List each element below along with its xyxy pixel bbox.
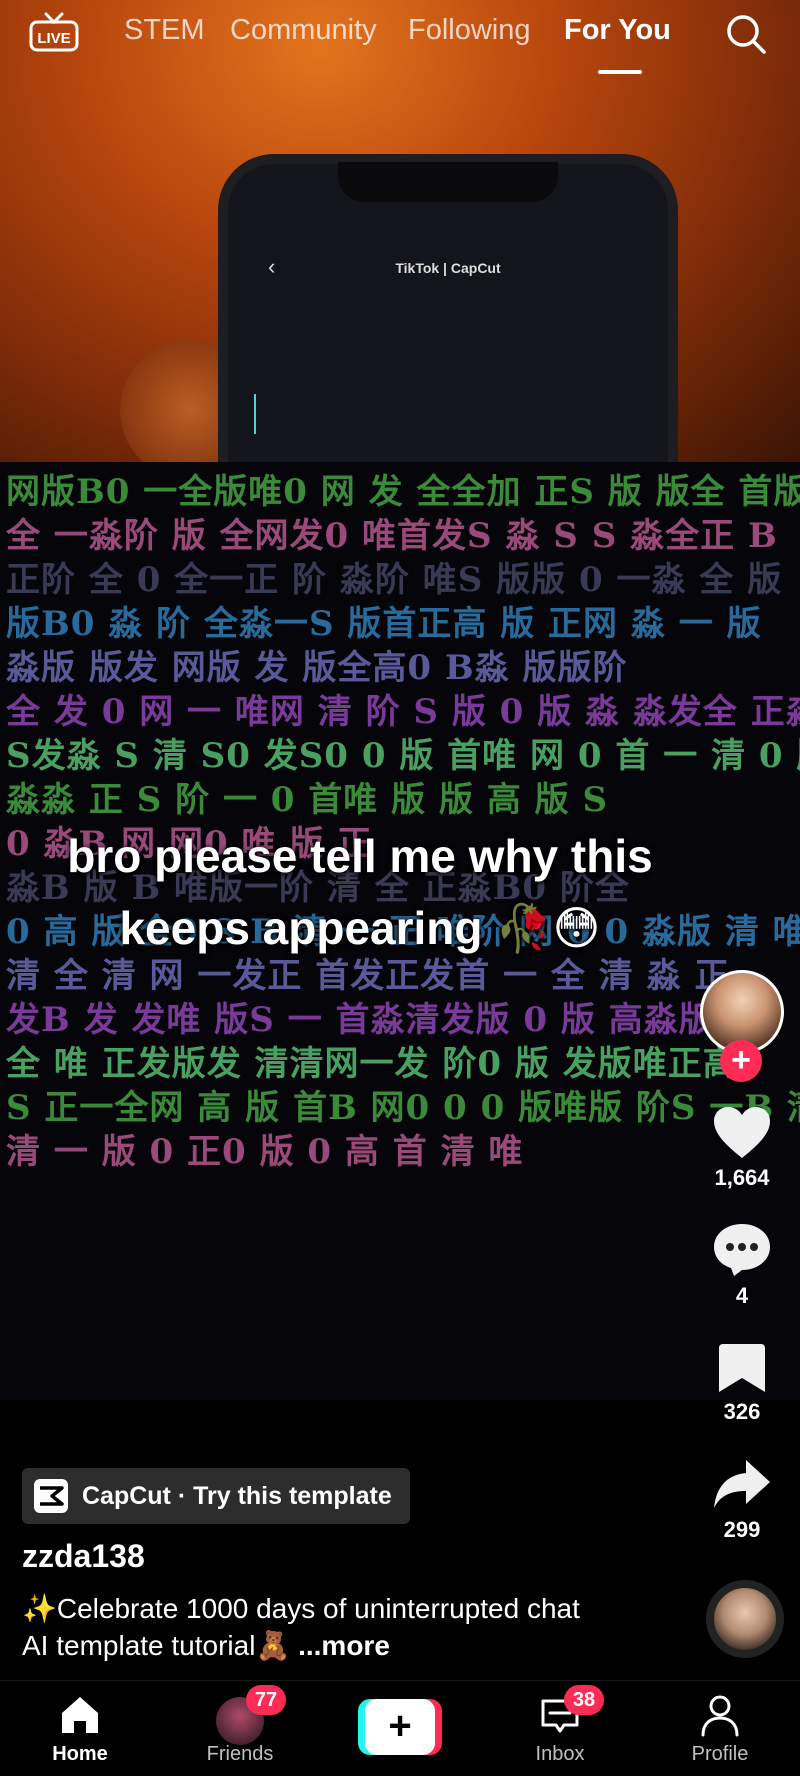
- like-count: 1,664: [714, 1165, 770, 1190]
- top-nav: LIVE STEM Community Following For You: [0, 0, 800, 80]
- nav-home-label: Home: [52, 1743, 108, 1765]
- nav-home[interactable]: Home: [20, 1681, 140, 1776]
- phone-notch: [338, 162, 558, 202]
- profile-icon: [701, 1695, 739, 1737]
- glitch-text-row: 淼版 版发 网版 发 版全高0 B淼 版版阶: [6, 648, 628, 688]
- glitch-text-row: S 正一全网 高 版 首B 网0 0 0 版唯版 阶S 一B 清: [6, 1088, 800, 1128]
- comment-count: 4: [735, 1283, 749, 1308]
- video-caption: bro please tell me why this keeps appear…: [40, 820, 680, 964]
- video-description[interactable]: ✨Celebrate 1000 days of uninterrupted ch…: [22, 1590, 662, 1664]
- follow-button[interactable]: +: [720, 1040, 762, 1082]
- caption-line-2: keeps appearing 🥀😳: [119, 902, 601, 954]
- glitch-text-row: S发淼 S 清 S0 发S0 0 版 首唯 网 0 首 一 清 0 版 高: [6, 736, 800, 776]
- like-button[interactable]: 1,664: [700, 1106, 784, 1191]
- glitch-text-row: 正阶 全 0 全一正 阶 淼阶 唯S 版版 0 一淼 全 版: [6, 560, 783, 600]
- glitch-text-row: 淼淼 正 S 阶 一 0 首唯 版 版 高 版 S: [6, 780, 609, 820]
- video-player[interactable]: ‹ TikTok | CapCut 网版B0 一全版唯0 网 发 全全加 正S …: [0, 0, 800, 1680]
- save-count: 326: [723, 1399, 761, 1424]
- plus-icon: +: [365, 1699, 435, 1755]
- glitch-text-row: 发B 发 发唯 版S 一 首淼清发版 0 版 高淼版: [6, 1000, 714, 1040]
- friends-badge: 77: [246, 1685, 286, 1715]
- bookmark-icon: [719, 1344, 765, 1392]
- active-tab-indicator: [598, 70, 642, 74]
- live-icon[interactable]: LIVE: [28, 12, 80, 52]
- nav-profile[interactable]: Profile: [660, 1681, 780, 1776]
- nav-friends-label: Friends: [206, 1743, 274, 1765]
- nav-inbox[interactable]: 38 Inbox: [500, 1681, 620, 1776]
- phone-cursor: [254, 394, 256, 434]
- video-phone: ‹ TikTok | CapCut: [218, 154, 678, 484]
- glitch-text-row: 版B0 淼 阶 全淼一S 版首正高 版 正网 淼 一 版: [6, 604, 762, 644]
- nav-friends[interactable]: 77 Friends: [180, 1681, 300, 1776]
- description-line-1: ✨Celebrate 1000 days of uninterrupted ch…: [22, 1593, 580, 1624]
- capcut-logo-icon: [34, 1479, 68, 1513]
- save-button[interactable]: 326: [700, 1342, 784, 1425]
- nav-profile-label: Profile: [691, 1743, 749, 1765]
- search-icon[interactable]: [724, 12, 768, 56]
- heart-icon: [714, 1107, 770, 1158]
- capcut-template-chip[interactable]: CapCut · Try this template: [22, 1468, 410, 1524]
- comment-icon: [714, 1224, 770, 1276]
- template-label: CapCut · Try this template: [82, 1481, 392, 1510]
- description-line-2: AI template tutorial🧸: [22, 1630, 291, 1661]
- glitch-text-row: 网版B0 一全版唯0 网 发 全全加 正S 版 版全 首版: [6, 472, 800, 512]
- creator-username[interactable]: zzda138: [22, 1538, 145, 1575]
- nav-inbox-label: Inbox: [535, 1743, 585, 1765]
- music-disc[interactable]: [706, 1580, 784, 1658]
- tab-stem[interactable]: STEM: [124, 14, 205, 47]
- create-button[interactable]: +: [358, 1699, 442, 1755]
- glitch-text-row: 全 一淼阶 版 全网发0 唯首发S 淼 S S 淼全正 B: [6, 516, 778, 556]
- inbox-badge: 38: [564, 1685, 604, 1715]
- more-link[interactable]: ...more: [298, 1630, 390, 1661]
- tab-following[interactable]: Following: [408, 14, 531, 47]
- creator-avatar[interactable]: +: [700, 970, 784, 1082]
- live-label: LIVE: [37, 30, 70, 47]
- home-icon: [62, 1697, 98, 1733]
- caption-line-1: bro please tell me why this: [67, 830, 653, 882]
- tab-community[interactable]: Community: [230, 14, 377, 47]
- share-icon: [714, 1460, 770, 1508]
- glitch-text-row: 全 发 0 网 一 唯网 清 阶 S 版 0 版 淼 淼发全 正淼 一高版: [6, 692, 800, 732]
- bottom-nav: Home 77 Friends + 38 Inbox Profile: [0, 1680, 800, 1776]
- comment-button[interactable]: 4: [700, 1222, 784, 1309]
- share-button[interactable]: 299: [700, 1458, 784, 1543]
- glitch-text-row: 全 唯 正发版发 清清网一发 阶0 版 发版唯正高: [6, 1044, 737, 1084]
- share-count: 299: [723, 1517, 761, 1542]
- phone-brand-text: TikTok | CapCut: [395, 260, 501, 276]
- glitch-text-row: 清 一 版 0 正0 版 0 高 首 清 唯: [6, 1132, 524, 1172]
- tab-for-you[interactable]: For You: [564, 14, 671, 47]
